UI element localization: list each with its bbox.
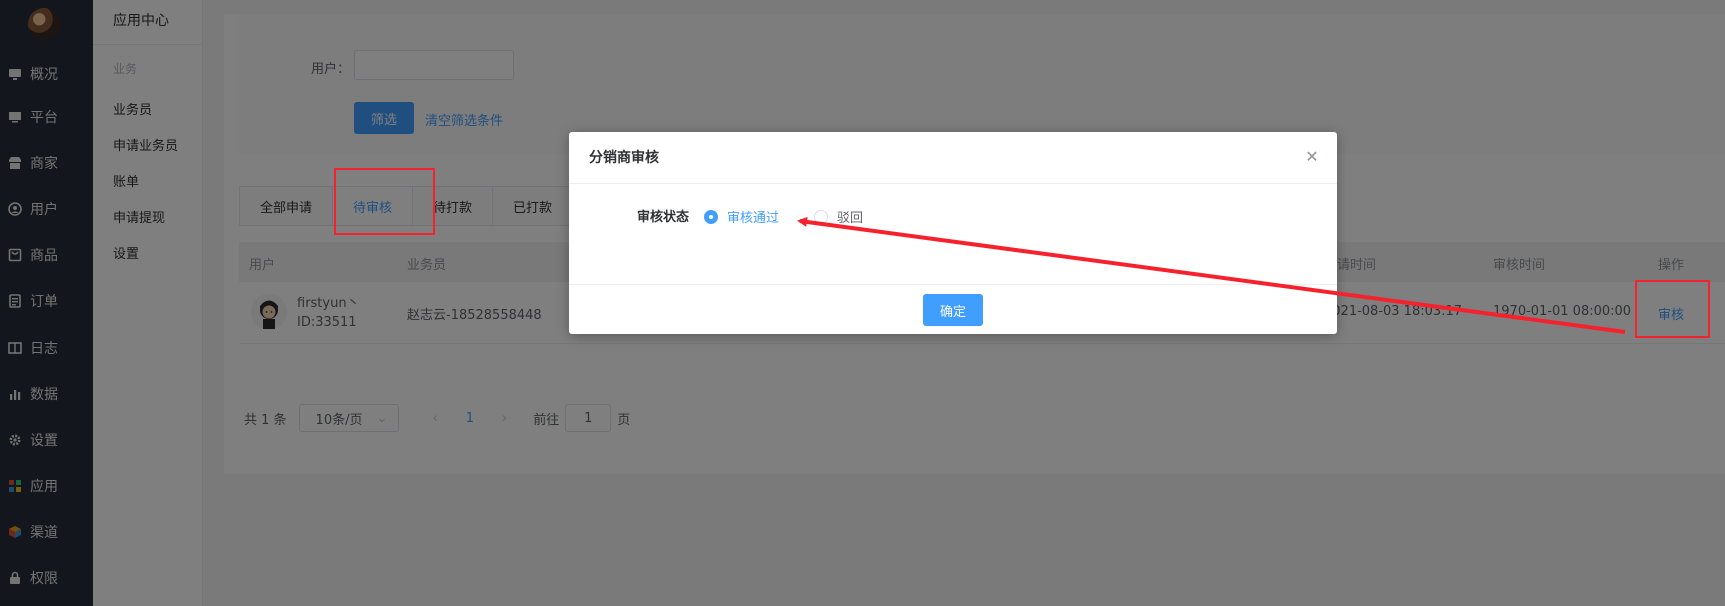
divider xyxy=(569,284,1337,285)
radio-reject[interactable]: 驳回 xyxy=(814,207,863,226)
divider xyxy=(569,183,1337,184)
radio-label: 驳回 xyxy=(837,211,864,226)
close-icon[interactable]: ✕ xyxy=(1305,149,1319,165)
review-status-label: 审核状态 xyxy=(637,210,690,225)
review-dialog: 分销商审核 ✕ 审核状态 审核通过 驳回 确定 xyxy=(569,132,1337,334)
confirm-button[interactable]: 确定 xyxy=(923,294,983,326)
radio-label: 审核通过 xyxy=(727,211,780,226)
annotation-box-tab xyxy=(334,168,435,235)
radio-dot xyxy=(704,209,718,224)
dialog-title: 分销商审核 xyxy=(589,150,659,166)
radio-approve[interactable]: 审核通过 xyxy=(704,207,779,226)
annotation-box-action xyxy=(1635,280,1710,338)
radio-dot xyxy=(814,209,828,224)
